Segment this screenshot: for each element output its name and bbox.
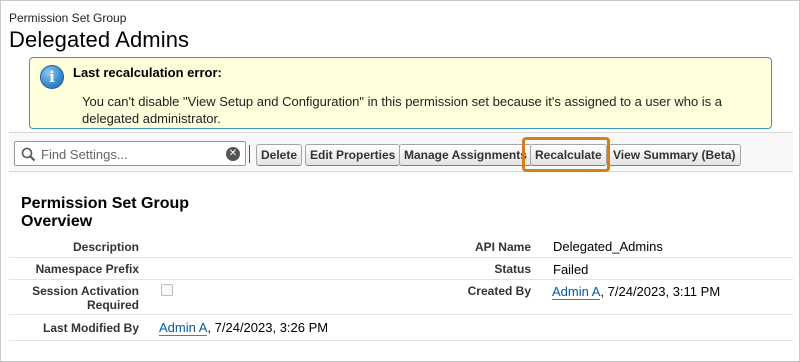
last-modified-by-label: Last Modified By	[42, 321, 139, 335]
created-by-date: , 7/24/2023, 3:11 PM	[600, 284, 721, 299]
info-icon: i	[40, 65, 64, 89]
toolbar: ✕ Delete Edit Properties Manage Assignme…	[9, 132, 793, 172]
session-activation-checkbox	[161, 284, 173, 296]
view-summary-button[interactable]: View Summary (Beta)	[608, 144, 741, 166]
status-label: Status	[494, 262, 531, 276]
delete-button[interactable]: Delete	[256, 144, 303, 166]
overview-section-title: Permission Set Group Overview	[21, 195, 190, 230]
manage-assignments-button[interactable]: Manage Assignments	[399, 144, 532, 166]
recalculate-highlight	[522, 137, 610, 172]
detail-row-description: Description API Name Delegated_Admins	[9, 235, 793, 258]
last-modified-by-value: Admin A, 7/24/2023, 3:26 PM	[159, 320, 329, 336]
object-type-label: Permission Set Group	[9, 11, 127, 25]
toolbar-divider	[249, 145, 250, 163]
search-input[interactable]	[41, 144, 217, 164]
page-frame: Permission Set Group Delegated Admins i …	[0, 0, 800, 362]
edit-properties-button[interactable]: Edit Properties	[305, 144, 401, 166]
detail-row-namespace: Namespace Prefix Status Failed	[9, 258, 793, 280]
session-activation-label: Session Activation Required	[32, 284, 139, 312]
alert-title: Last recalculation error:	[73, 65, 222, 80]
api-name-label: API Name	[474, 240, 531, 254]
created-by-user-link[interactable]: Admin A	[552, 284, 601, 300]
created-by-label: Created By	[467, 284, 531, 298]
find-settings-search[interactable]: ✕	[14, 141, 246, 166]
page-header: Permission Set Group Delegated Admins	[9, 11, 189, 53]
clear-search-icon[interactable]: ✕	[226, 147, 240, 161]
last-modified-by-date: , 7/24/2023, 3:26 PM	[207, 320, 329, 335]
created-by-value: Admin A, 7/24/2023, 3:11 PM	[552, 284, 721, 300]
detail-row-last-modified: Last Modified By Admin A, 7/24/2023, 3:2…	[9, 315, 793, 341]
api-name-value: Delegated_Admins	[553, 239, 663, 254]
namespace-prefix-label: Namespace Prefix	[35, 262, 139, 276]
status-value: Failed	[553, 262, 589, 277]
page-title: Delegated Admins	[9, 27, 190, 52]
search-icon	[21, 147, 36, 162]
description-label: Description	[72, 240, 139, 254]
detail-row-session: Session Activation Required Created By A…	[9, 280, 793, 315]
recalculation-error-alert: i Last recalculation error: You can't di…	[29, 57, 772, 129]
last-modified-by-user-link[interactable]: Admin A	[159, 320, 208, 336]
alert-message: You can't disable "View Setup and Config…	[82, 94, 723, 126]
